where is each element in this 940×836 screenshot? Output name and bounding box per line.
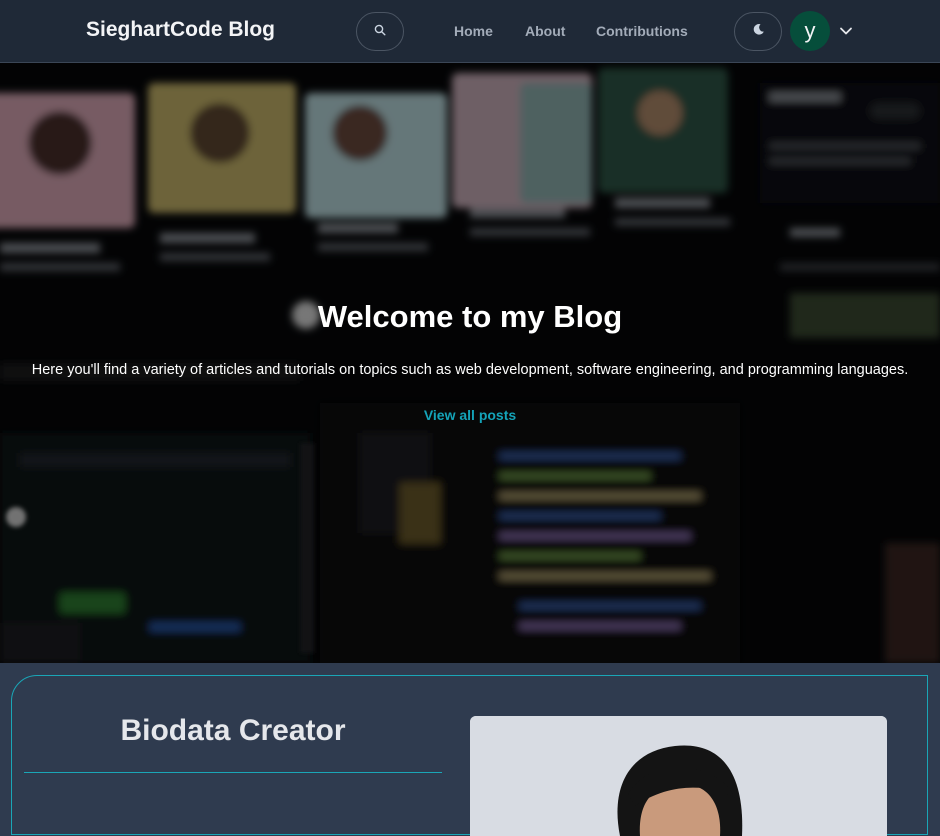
navbar: SieghartCode Blog Home About Contributio…: [0, 0, 940, 63]
theme-toggle-button[interactable]: [734, 12, 782, 51]
hero-description: Here you'll find a variety of articles a…: [31, 362, 909, 378]
hero-title: Welcome to my Blog: [317, 299, 623, 334]
search-button[interactable]: [356, 12, 404, 51]
nav-link-home[interactable]: Home: [454, 23, 493, 39]
site-brand[interactable]: SieghartCode Blog: [86, 18, 275, 42]
moon-icon: [752, 23, 765, 41]
user-avatar[interactable]: y: [790, 11, 830, 51]
hero-section: Welcome to my Blog Here you'll find a va…: [0, 63, 940, 663]
biodata-divider: [24, 772, 442, 773]
chevron-down-icon[interactable]: [838, 23, 854, 39]
nav-link-contributions[interactable]: Contributions: [596, 23, 688, 39]
biodata-title: Biodata Creator: [120, 714, 346, 747]
profile-photo: [470, 716, 887, 836]
view-all-posts-link[interactable]: View all posts: [0, 407, 940, 423]
search-icon: [374, 23, 386, 41]
nav-link-about[interactable]: About: [525, 23, 565, 39]
